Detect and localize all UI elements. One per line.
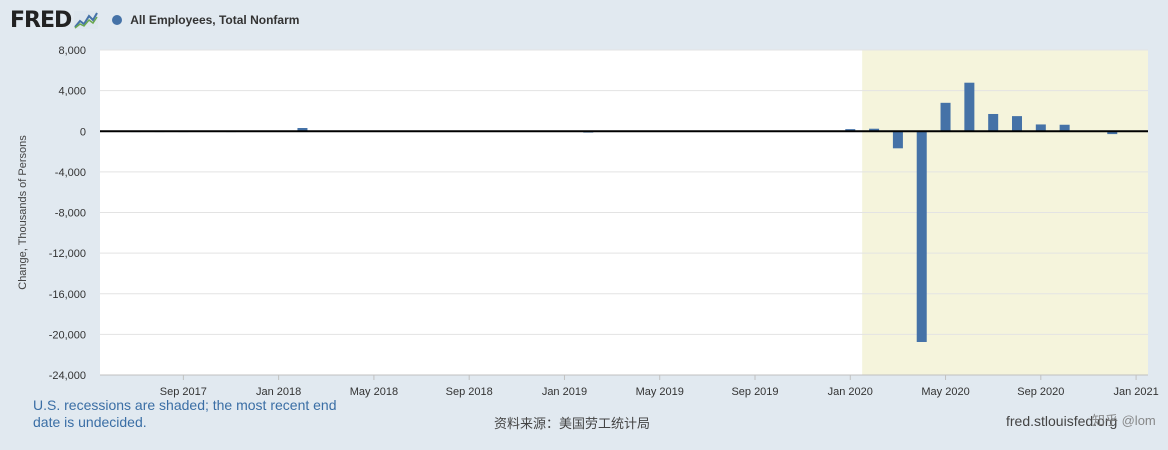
x-tick-label: May 2018 bbox=[350, 386, 398, 398]
y-tick-label: -8,000 bbox=[55, 208, 86, 220]
bar bbox=[916, 131, 927, 342]
x-tick-label: Sep 2018 bbox=[446, 386, 493, 398]
recession-footnote: U.S. recessions are shaded; the most rec… bbox=[33, 397, 337, 430]
bar bbox=[964, 82, 975, 132]
y-tick-label: 4,000 bbox=[58, 86, 86, 98]
bar bbox=[1035, 124, 1046, 132]
source-note: 资料来源：美国劳工统计局 bbox=[494, 416, 651, 431]
y-tick-label: -20,000 bbox=[49, 329, 86, 341]
x-tick-label: May 2020 bbox=[921, 386, 969, 398]
x-tick-label: Jan 2021 bbox=[1113, 386, 1158, 398]
x-tick-label: Sep 2019 bbox=[731, 386, 778, 398]
bar bbox=[988, 113, 999, 132]
y-tick-label: -16,000 bbox=[49, 289, 86, 301]
watermark: 知乎 @lom bbox=[1092, 413, 1156, 428]
x-tick-label: Jan 2020 bbox=[828, 386, 873, 398]
x-tick-label: Sep 2020 bbox=[1017, 386, 1064, 398]
x-tick-label: Jan 2019 bbox=[542, 386, 587, 398]
bar bbox=[892, 131, 903, 149]
y-tick-label: 0 bbox=[80, 126, 86, 138]
y-tick-label: -12,000 bbox=[49, 248, 86, 260]
y-tick-label: -24,000 bbox=[49, 370, 86, 382]
y-axis-label: Change, Thousands of Persons bbox=[17, 135, 29, 290]
y-tick-label: 8,000 bbox=[58, 45, 86, 57]
bar-chart: 8,000 4,000 0 -4,000 -8,000 -12,000 -16,000 -20… bbox=[17, 45, 1159, 398]
y-tick-label: -4,000 bbox=[55, 167, 86, 179]
bar bbox=[940, 102, 951, 132]
x-tick-label: May 2019 bbox=[636, 386, 684, 398]
bar bbox=[1011, 116, 1023, 132]
